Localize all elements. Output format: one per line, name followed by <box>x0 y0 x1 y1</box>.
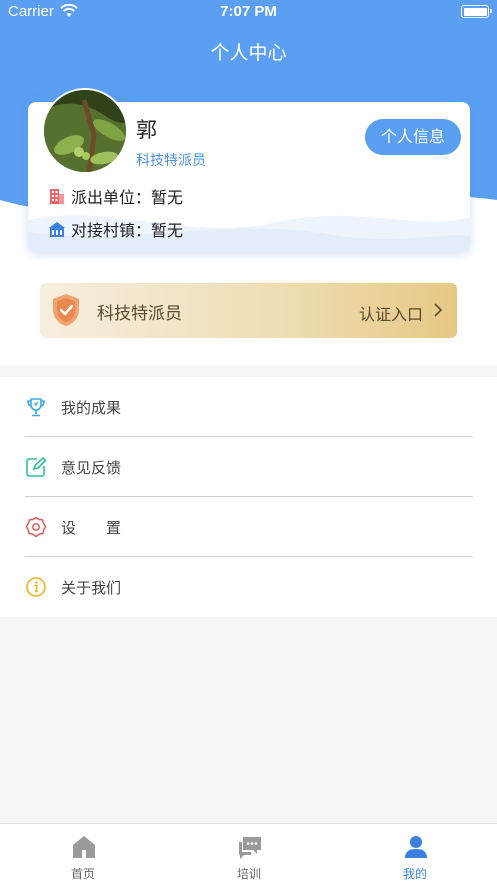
chevron-right-icon <box>434 303 443 317</box>
page-title: 个人中心 <box>210 42 287 64</box>
status-bar: Carrier 7:07 PM <box>0 0 497 26</box>
user-role: 科技特派员 <box>136 153 206 169</box>
village-label: 对接村镇：暂无 <box>71 221 184 240</box>
building-icon <box>50 189 64 204</box>
certification-banner[interactable]: 科技特派员 认证入口 <box>40 283 457 338</box>
user-icon <box>405 836 427 858</box>
menu-item-label: 设 置 <box>61 519 122 537</box>
certification-title: 科技特派员 <box>97 304 182 324</box>
profile-card: 郭 科技特派员 个人信息 派出单位：暂无 对接村镇：暂无 <box>28 88 470 252</box>
avatar-photo <box>44 90 126 172</box>
battery-icon <box>461 5 492 18</box>
shield-check-icon <box>53 294 79 326</box>
tab-bar: 首页 培训 我的 <box>0 823 497 883</box>
dispatch-unit-row: 派出单位：暂无 <box>48 184 183 208</box>
chat-icon <box>239 837 261 859</box>
tab-training[interactable]: 培训 <box>166 824 332 883</box>
certification-entry-link[interactable]: 认证入口 <box>359 301 423 325</box>
avatar[interactable] <box>42 88 128 174</box>
home-icon <box>73 836 95 858</box>
dispatch-unit-label: 派出单位：暂无 <box>71 188 184 207</box>
menu-item-about[interactable]: 关于我们 <box>0 557 497 617</box>
edit-icon <box>26 456 47 477</box>
menu-item-label: 关于我们 <box>61 579 122 597</box>
info-icon <box>26 577 46 597</box>
tab-label: 首页 <box>70 867 95 881</box>
personal-info-button[interactable]: 个人信息 <box>365 119 461 155</box>
menu-item-settings[interactable]: 设 置 <box>0 497 497 557</box>
tab-mine[interactable]: 我的 <box>332 824 497 883</box>
menu-item-label: 我的成果 <box>61 399 122 417</box>
village-row: 对接村镇：暂无 <box>48 217 183 241</box>
tab-label: 培训 <box>236 867 261 881</box>
village-icon <box>49 222 65 237</box>
clock-label: 7:07 PM <box>220 3 277 20</box>
user-name: 郭 <box>136 118 157 142</box>
menu-list: 我的成果 意见反馈 设 置 关于我们 <box>0 377 497 617</box>
tab-home[interactable]: 首页 <box>0 824 166 883</box>
menu-item-feedback[interactable]: 意见反馈 <box>0 437 497 497</box>
menu-item-achievements[interactable]: 我的成果 <box>0 377 497 437</box>
settings-icon <box>25 516 47 538</box>
trophy-icon <box>27 398 45 417</box>
tab-label: 我的 <box>402 867 427 881</box>
menu-item-label: 意见反馈 <box>61 459 122 477</box>
